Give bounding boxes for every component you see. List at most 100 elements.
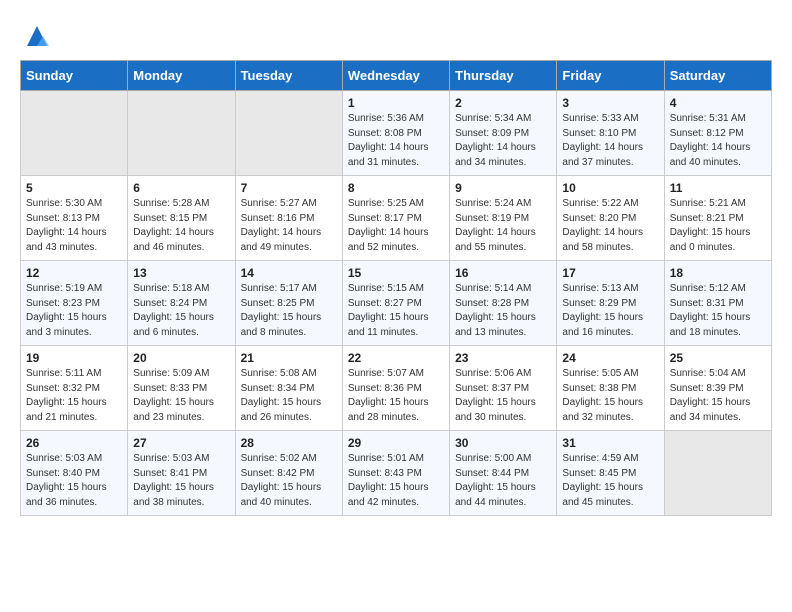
- calendar-week-row: 12 Sunrise: 5:19 AM Sunset: 8:23 PM Dayli…: [21, 261, 772, 346]
- calendar-cell: 16Sunrise: 5:14 AM Sunset: 8:28 PM Dayli…: [450, 261, 557, 346]
- day-number: 10: [562, 181, 658, 195]
- day-info: Sunrise: 5:21 AM Sunset: 8:21 PM Dayligh…: [670, 197, 766, 255]
- calendar-cell: 3Sunrise: 5:33 AM Sunset: 8:10 PM Daylig…: [557, 91, 664, 176]
- day-number: 25: [670, 351, 766, 365]
- calendar-cell: 20 Sunrise: 5:09 AM Sunset: 8:33 PM Dayli…: [128, 346, 235, 431]
- calendar-cell: 5 Sunrise: 5:30 AM Sunset: 8:13 PM Daylig…: [21, 176, 128, 261]
- weekday-header: Thursday: [450, 61, 557, 91]
- calendar-cell: 6 Sunrise: 5:28 AM Sunset: 8:15 PM Daylig…: [128, 176, 235, 261]
- calendar-cell: 11 Sunrise: 5:21 AM Sunset: 8:21 PM Dayli…: [664, 176, 771, 261]
- day-number: 14: [241, 266, 337, 280]
- day-info: Sunrise: 5:02 AM Sunset: 8:42 PM Dayligh…: [241, 452, 337, 510]
- calendar-cell: 30 Sunrise: 5:00 AM Sunset: 8:44 PM Dayli…: [450, 431, 557, 516]
- day-info: Sunrise: 5:12 AM Sunset: 8:31 PM Dayligh…: [670, 282, 766, 340]
- day-info: Sunrise: 5:09 AM Sunset: 8:33 PM Dayligh…: [133, 367, 229, 425]
- day-number: 7: [241, 181, 337, 195]
- calendar-cell: [664, 431, 771, 516]
- day-info: Sunrise: 5:18 AM Sunset: 8:24 PM Dayligh…: [133, 282, 229, 340]
- calendar-table: SundayMondayTuesdayWednesdayThursdayFrid…: [20, 60, 772, 516]
- day-info: Sunrise: 5:08 AM Sunset: 8:34 PM Dayligh…: [241, 367, 337, 425]
- day-number: 8: [348, 181, 444, 195]
- day-number: 29: [348, 436, 444, 450]
- day-number: 9: [455, 181, 551, 195]
- calendar-cell: 9 Sunrise: 5:24 AM Sunset: 8:19 PM Daylig…: [450, 176, 557, 261]
- day-number: 31: [562, 436, 658, 450]
- calendar-cell: 26Sunrise: 5:03 AM Sunset: 8:40 PM Dayli…: [21, 431, 128, 516]
- calendar-cell: [235, 91, 342, 176]
- weekday-header: Monday: [128, 61, 235, 91]
- day-number: 1: [348, 96, 444, 110]
- logo: [20, 20, 51, 50]
- day-number: 5: [26, 181, 122, 195]
- calendar-cell: 7 Sunrise: 5:27 AM Sunset: 8:16 PM Daylig…: [235, 176, 342, 261]
- logo-icon: [23, 22, 51, 50]
- calendar-cell: 8 Sunrise: 5:25 AM Sunset: 8:17 PM Daylig…: [342, 176, 449, 261]
- day-info: Sunrise: 4:59 AM Sunset: 8:45 PM Dayligh…: [562, 452, 658, 510]
- day-number: 6: [133, 181, 229, 195]
- calendar-cell: 14Sunrise: 5:17 AM Sunset: 8:25 PM Dayli…: [235, 261, 342, 346]
- weekday-header: Wednesday: [342, 61, 449, 91]
- weekday-header: Tuesday: [235, 61, 342, 91]
- day-info: Sunrise: 5:03 AM Sunset: 8:41 PM Dayligh…: [133, 452, 229, 510]
- day-info: Sunrise: 5:22 AM Sunset: 8:20 PM Dayligh…: [562, 197, 658, 255]
- calendar-cell: 27 Sunrise: 5:03 AM Sunset: 8:41 PM Dayli…: [128, 431, 235, 516]
- day-number: 23: [455, 351, 551, 365]
- day-number: 20: [133, 351, 229, 365]
- day-number: 4: [670, 96, 766, 110]
- calendar-cell: 19Sunrise: 5:11 AM Sunset: 8:32 PM Dayli…: [21, 346, 128, 431]
- day-info: Sunrise: 5:15 AM Sunset: 8:27 PM Dayligh…: [348, 282, 444, 340]
- day-number: 26: [26, 436, 122, 450]
- day-number: 13: [133, 266, 229, 280]
- day-info: Sunrise: 5:05 AM Sunset: 8:38 PM Dayligh…: [562, 367, 658, 425]
- day-number: 15: [348, 266, 444, 280]
- day-info: Sunrise: 5:04 AM Sunset: 8:39 PM Dayligh…: [670, 367, 766, 425]
- day-info: Sunrise: 5:07 AM Sunset: 8:36 PM Dayligh…: [348, 367, 444, 425]
- calendar-cell: [128, 91, 235, 176]
- day-number: 28: [241, 436, 337, 450]
- day-number: 2: [455, 96, 551, 110]
- day-number: 11: [670, 181, 766, 195]
- day-number: 12: [26, 266, 122, 280]
- calendar-week-row: 5 Sunrise: 5:30 AM Sunset: 8:13 PM Daylig…: [21, 176, 772, 261]
- calendar-cell: 13 Sunrise: 5:18 AM Sunset: 8:24 PM Dayli…: [128, 261, 235, 346]
- day-number: 18: [670, 266, 766, 280]
- calendar-cell: 22 Sunrise: 5:07 AM Sunset: 8:36 PM Dayli…: [342, 346, 449, 431]
- day-info: Sunrise: 5:19 AM Sunset: 8:23 PM Dayligh…: [26, 282, 122, 340]
- day-number: 22: [348, 351, 444, 365]
- calendar-cell: 28 Sunrise: 5:02 AM Sunset: 8:42 PM Dayli…: [235, 431, 342, 516]
- day-info: Sunrise: 5:27 AM Sunset: 8:16 PM Dayligh…: [241, 197, 337, 255]
- day-info: Sunrise: 5:30 AM Sunset: 8:13 PM Dayligh…: [26, 197, 122, 255]
- calendar-cell: 24 Sunrise: 5:05 AM Sunset: 8:38 PM Dayli…: [557, 346, 664, 431]
- day-number: 19: [26, 351, 122, 365]
- calendar-cell: 2 Sunrise: 5:34 AM Sunset: 8:09 PM Daylig…: [450, 91, 557, 176]
- day-info: Sunrise: 5:00 AM Sunset: 8:44 PM Dayligh…: [455, 452, 551, 510]
- day-info: Sunrise: 5:34 AM Sunset: 8:09 PM Dayligh…: [455, 112, 551, 170]
- day-number: 24: [562, 351, 658, 365]
- day-number: 30: [455, 436, 551, 450]
- day-info: Sunrise: 5:06 AM Sunset: 8:37 PM Dayligh…: [455, 367, 551, 425]
- day-info: Sunrise: 5:13 AM Sunset: 8:29 PM Dayligh…: [562, 282, 658, 340]
- calendar-cell: 29 Sunrise: 5:01 AM Sunset: 8:43 PM Dayli…: [342, 431, 449, 516]
- day-number: 27: [133, 436, 229, 450]
- weekday-header: Saturday: [664, 61, 771, 91]
- day-info: Sunrise: 5:01 AM Sunset: 8:43 PM Dayligh…: [348, 452, 444, 510]
- day-info: Sunrise: 5:28 AM Sunset: 8:15 PM Dayligh…: [133, 197, 229, 255]
- day-number: 17: [562, 266, 658, 280]
- calendar-cell: 23 Sunrise: 5:06 AM Sunset: 8:37 PM Dayli…: [450, 346, 557, 431]
- day-info: Sunrise: 5:24 AM Sunset: 8:19 PM Dayligh…: [455, 197, 551, 255]
- calendar-week-row: 26Sunrise: 5:03 AM Sunset: 8:40 PM Dayli…: [21, 431, 772, 516]
- weekday-header: Sunday: [21, 61, 128, 91]
- calendar-body: 1Sunrise: 5:36 AM Sunset: 8:08 PM Daylig…: [21, 91, 772, 516]
- calendar-cell: 4 Sunrise: 5:31 AM Sunset: 8:12 PM Daylig…: [664, 91, 771, 176]
- calendar-cell: 17 Sunrise: 5:13 AM Sunset: 8:29 PM Dayli…: [557, 261, 664, 346]
- calendar-week-row: 1Sunrise: 5:36 AM Sunset: 8:08 PM Daylig…: [21, 91, 772, 176]
- calendar-cell: 1Sunrise: 5:36 AM Sunset: 8:08 PM Daylig…: [342, 91, 449, 176]
- calendar-cell: 31 Sunrise: 4:59 AM Sunset: 8:45 PM Dayli…: [557, 431, 664, 516]
- calendar-cell: 21 Sunrise: 5:08 AM Sunset: 8:34 PM Dayli…: [235, 346, 342, 431]
- calendar-cell: 25 Sunrise: 5:04 AM Sunset: 8:39 PM Dayli…: [664, 346, 771, 431]
- calendar-cell: [21, 91, 128, 176]
- day-info: Sunrise: 5:25 AM Sunset: 8:17 PM Dayligh…: [348, 197, 444, 255]
- day-number: 21: [241, 351, 337, 365]
- day-info: Sunrise: 5:31 AM Sunset: 8:12 PM Dayligh…: [670, 112, 766, 170]
- weekday-header: Friday: [557, 61, 664, 91]
